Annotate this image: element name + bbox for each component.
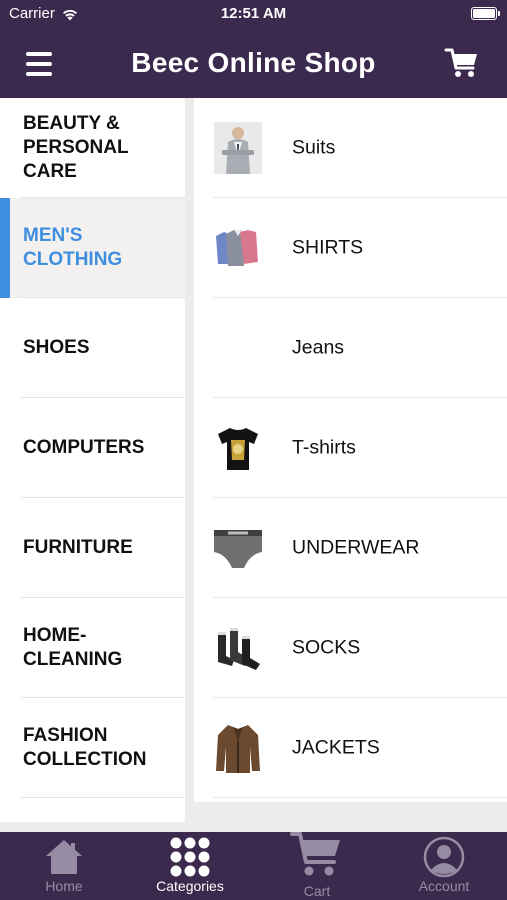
subcategory-label: T-shirts — [292, 436, 356, 459]
category-beauty-personal-care[interactable]: BEAUTY & PERSONAL CARE — [0, 98, 185, 198]
subcategory-suits[interactable]: Suits — [194, 98, 507, 198]
socks-thumbnail — [218, 628, 260, 670]
subcategory-shirts[interactable]: SHIRTS — [194, 198, 507, 298]
app-header: Carrier 12:51 AM Beec Online Shop — [0, 0, 507, 98]
cart-icon — [290, 832, 340, 876]
category-home-cleaning[interactable]: HOME- CLEANING — [0, 598, 185, 698]
category-furniture[interactable]: FURNITURE — [0, 498, 185, 598]
nav-bar: Beec Online Shop — [0, 30, 507, 98]
status-time: 12:51 AM — [220, 5, 287, 22]
category-mens-clothing[interactable]: MEN'S CLOTHING — [0, 198, 185, 298]
shirts-thumbnail — [216, 230, 258, 266]
tab-label: Account — [418, 878, 470, 894]
category-label: BEAUTY & PERSONAL CARE — [23, 113, 129, 182]
tab-label: Cart — [303, 883, 331, 899]
category-shoes[interactable]: SHOES — [0, 298, 185, 398]
account-icon — [423, 836, 465, 878]
tab-categories[interactable]: Categories — [146, 832, 234, 900]
cart-button[interactable] — [443, 44, 481, 82]
subcategory-label: SOCKS — [292, 636, 361, 659]
subcategory-label: Jeans — [292, 336, 345, 359]
tab-account[interactable]: Account — [402, 832, 486, 900]
cart-icon — [444, 48, 477, 77]
category-list: BEAUTY & PERSONAL CARE MEN'S CLOTHING SH… — [0, 98, 185, 822]
category-label: SHOES — [23, 337, 90, 358]
tab-label: Home — [45, 878, 83, 894]
suit-thumbnail — [214, 122, 262, 174]
subcategory-jackets[interactable]: JACKETS — [194, 698, 507, 798]
subcategory-list: Suits SHIRTS Jeans T-shirts UNDERWEAR SO… — [194, 98, 507, 802]
subcategory-label: SHIRTS — [292, 236, 364, 259]
tshirt-thumbnail — [218, 428, 258, 470]
subcategory-t-shirts[interactable]: T-shirts — [194, 398, 507, 498]
underwear-thumbnail — [214, 530, 262, 568]
subcategory-label: JACKETS — [292, 736, 380, 759]
subcategory-label: UNDERWEAR — [292, 536, 420, 559]
category-fashion-collection[interactable]: FASHION COLLECTION — [0, 698, 185, 798]
jacket-thumbnail — [216, 725, 260, 773]
tab-cart[interactable]: Cart — [283, 828, 351, 900]
home-icon — [46, 840, 82, 874]
subcategory-jeans[interactable]: Jeans — [194, 298, 507, 398]
subcategory-label: Suits — [292, 136, 336, 159]
tab-home[interactable]: Home — [22, 832, 106, 900]
tab-label: Categories — [156, 878, 224, 894]
divider — [21, 797, 185, 798]
subcategory-socks[interactable]: SOCKS — [194, 598, 507, 698]
grid-icon — [170, 837, 210, 877]
bottom-tab-bar: Home Categories Cart Account — [0, 832, 507, 900]
category-computers[interactable]: COMPUTERS — [0, 398, 185, 498]
category-label: FURNITURE — [23, 537, 133, 558]
subcategory-underwear[interactable]: UNDERWEAR — [194, 498, 507, 598]
battery-icon — [471, 7, 500, 20]
page-title: Beec Online Shop — [131, 47, 376, 78]
category-label: FASHION COLLECTION — [23, 725, 147, 770]
category-label: MEN'S CLOTHING — [23, 225, 123, 270]
category-label: COMPUTERS — [23, 437, 145, 458]
status-bar: Carrier 12:51 AM — [0, 0, 507, 30]
category-label: HOME- CLEANING — [23, 625, 123, 670]
divider — [213, 797, 507, 798]
